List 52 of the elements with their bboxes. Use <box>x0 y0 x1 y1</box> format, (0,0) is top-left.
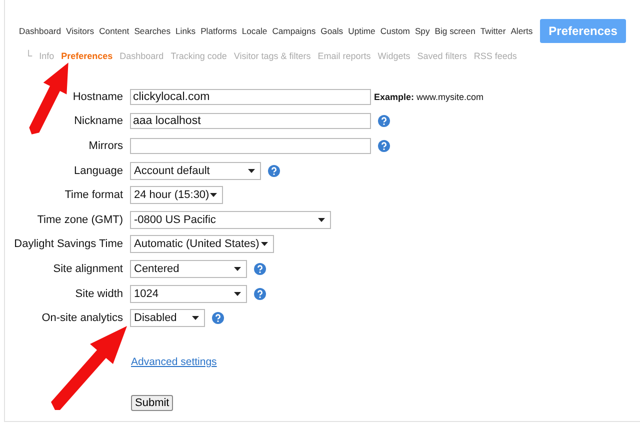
nav-tab[interactable]: Custom <box>380 26 410 36</box>
advanced-settings-link[interactable]: Advanced settings <box>131 356 217 368</box>
caret-icon <box>318 218 325 222</box>
dropdown[interactable]: Automatic (United States) <box>130 235 274 254</box>
dropdown[interactable]: 1024 <box>130 284 247 303</box>
caret-icon <box>234 266 241 271</box>
caret-icon <box>248 168 255 173</box>
caret-icon <box>234 292 241 296</box>
nav-tab[interactable]: Alerts <box>510 26 533 36</box>
input-field[interactable] <box>130 138 371 154</box>
nav-tab[interactable]: Links <box>176 26 196 36</box>
field-label: Daylight Savings Time <box>13 238 124 250</box>
nav-tab[interactable]: Spy <box>414 26 430 36</box>
nav-tab[interactable]: Platforms <box>200 26 237 36</box>
nav-tab[interactable]: Big screen <box>434 26 476 36</box>
example-hint: Example: www.mysite.com <box>374 92 484 102</box>
help-icon[interactable] <box>254 288 266 300</box>
dropdown[interactable]: Centered <box>130 260 247 278</box>
help-icon[interactable] <box>268 164 280 177</box>
input-field[interactable]: clickylocal.com <box>130 88 371 105</box>
field-label: On-site analytics <box>40 312 124 324</box>
tree-branch-icon: └ <box>25 50 32 62</box>
help-icon[interactable] <box>212 312 224 324</box>
help-icon[interactable] <box>254 262 266 275</box>
field-label: Language <box>73 164 124 177</box>
field-label: Mirrors <box>88 140 124 152</box>
field-label: Site alignment <box>52 262 124 275</box>
field-label: Hostname <box>72 90 124 103</box>
caret-icon <box>192 316 199 320</box>
dropdown[interactable]: -0800 US Pacific <box>130 210 331 229</box>
nav-tab[interactable]: Uptime <box>348 26 376 36</box>
help-icon[interactable] <box>378 115 390 128</box>
dropdown[interactable]: Disabled <box>130 309 205 328</box>
help-icon[interactable] <box>378 140 390 152</box>
nav-tab[interactable]: Twitter <box>480 26 506 36</box>
nav-tab[interactable]: Content <box>99 26 130 36</box>
nav-tab[interactable]: Locale <box>242 26 268 36</box>
field-label: Nickname <box>73 115 124 128</box>
dropdown[interactable]: Account default <box>130 162 261 180</box>
nav-tab[interactable]: Visitors <box>66 26 94 36</box>
nav-tab[interactable]: Dashboard <box>19 26 62 36</box>
field-label: Time zone (GMT) <box>36 214 124 226</box>
caret-icon <box>210 193 217 198</box>
submit-button[interactable]: Submit <box>131 394 174 411</box>
nav-tab[interactable]: Goals <box>320 26 344 36</box>
field-label: Time format <box>64 189 124 202</box>
input-field[interactable]: aaa localhost <box>130 113 371 130</box>
caret-icon <box>261 242 268 246</box>
field-label: Site width <box>74 288 124 300</box>
nav-tab[interactable]: Campaigns <box>272 26 316 36</box>
dropdown[interactable]: 24 hour (15:30) <box>130 186 223 204</box>
nav-tab[interactable]: Searches <box>134 26 170 36</box>
